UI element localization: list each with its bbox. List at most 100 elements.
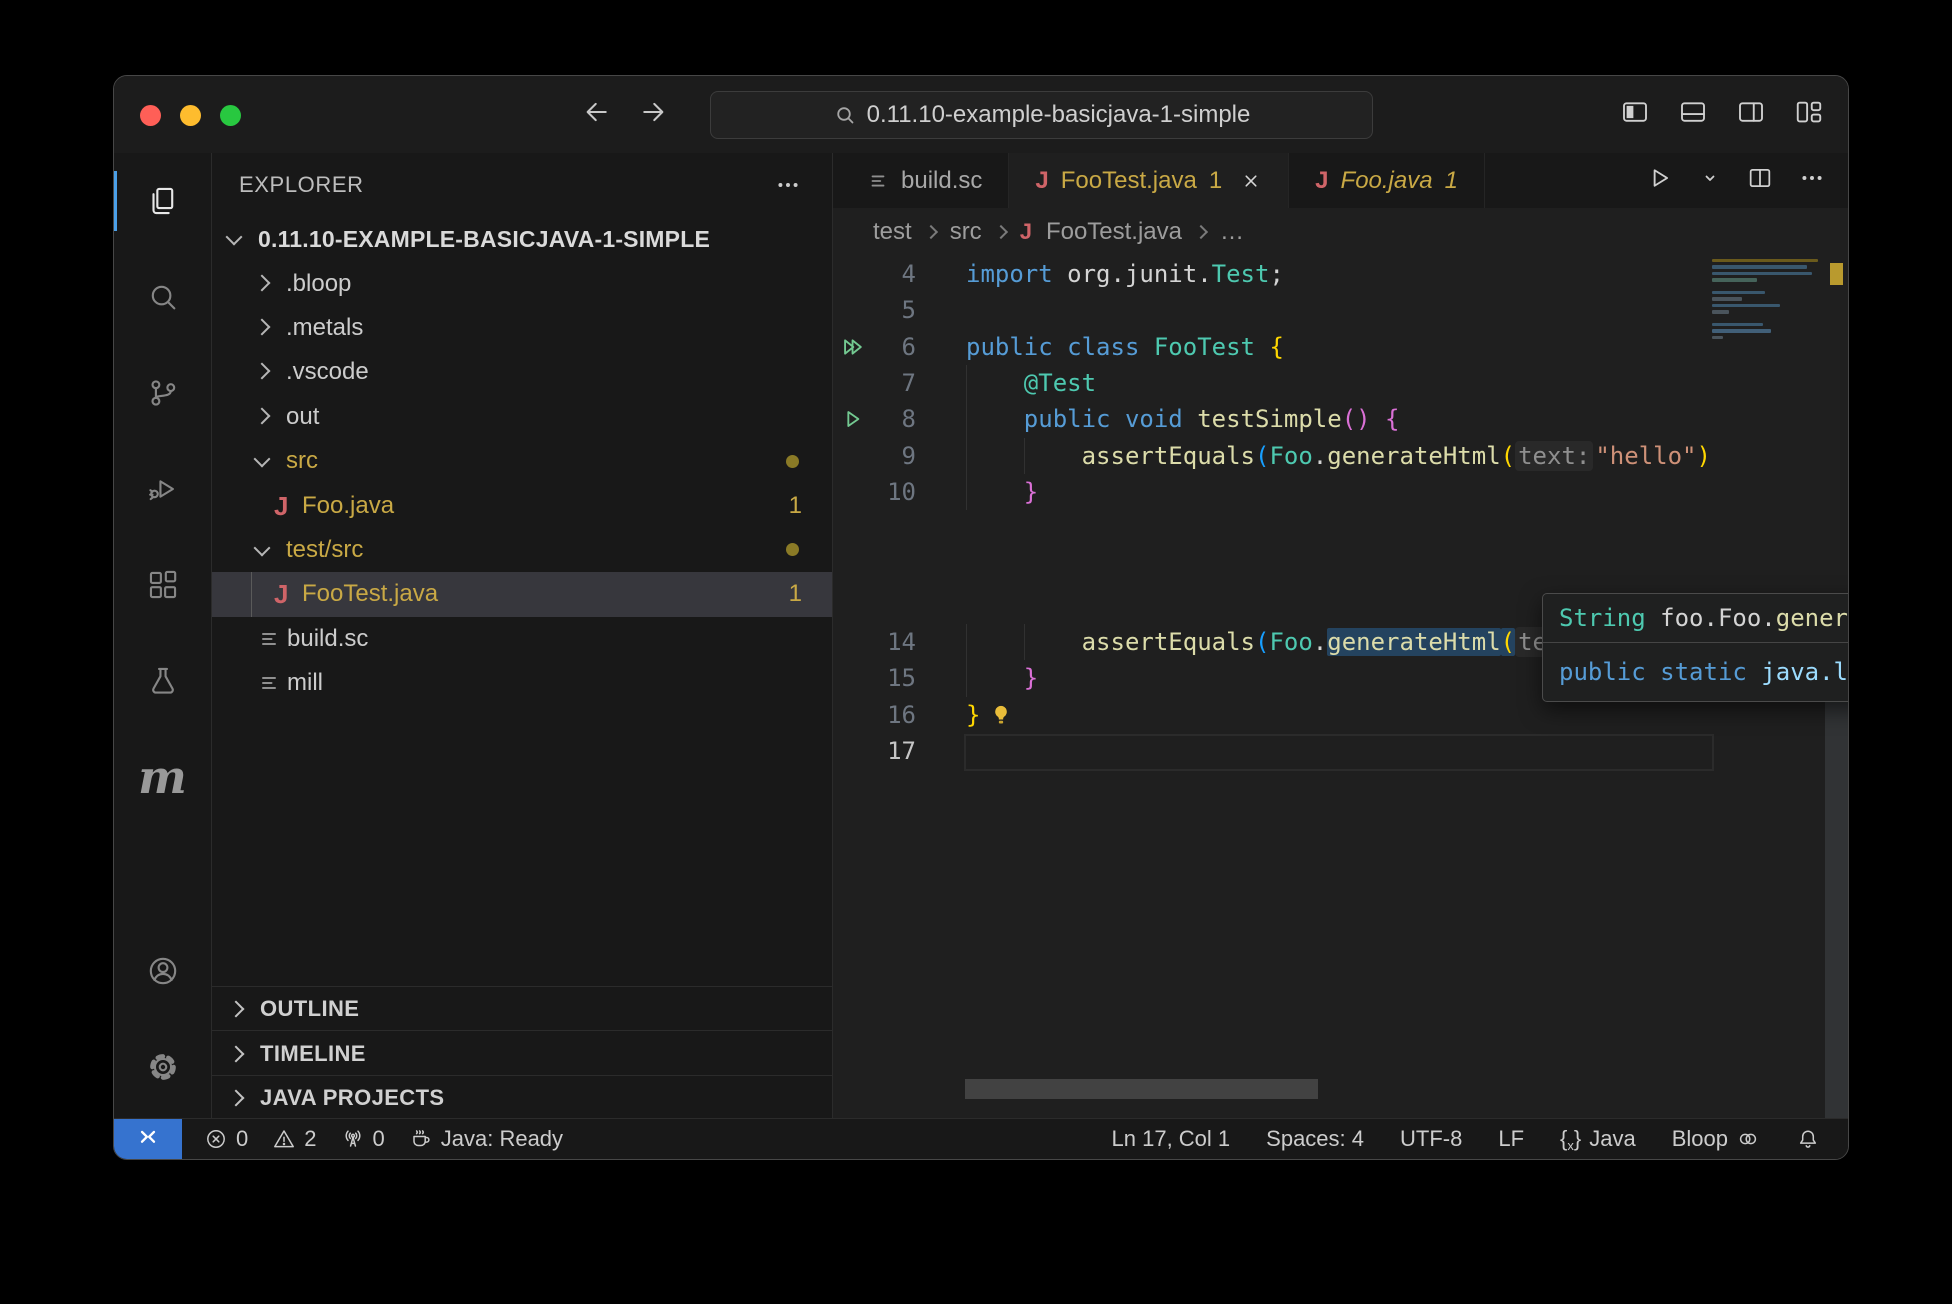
breadcrumb-item[interactable]: FooTest.java (1046, 218, 1182, 246)
tree-item--vscode[interactable]: .vscode (212, 350, 832, 394)
breadcrumb-item[interactable]: … (1220, 218, 1244, 246)
sidebar-section-timeline[interactable]: TIMELINE (212, 1030, 832, 1075)
statusbar-indentation[interactable]: Spaces: 4 (1266, 1126, 1364, 1152)
problems-count-badge: 1 (789, 580, 802, 608)
statusbar-item-label: Ln 17, Col 1 (1112, 1126, 1231, 1152)
line-number: 14 (833, 624, 916, 660)
problems-dot-badge (786, 543, 799, 556)
statusbar-bloop[interactable]: Bloop (1672, 1126, 1760, 1152)
title-bar: 0.11.10-example-basicjava-1-simple (114, 76, 1848, 154)
customize-layout-icon[interactable] (1794, 97, 1824, 132)
minimize-window-button[interactable] (180, 105, 201, 126)
statusbar-language-mode[interactable]: {x}Java (1560, 1126, 1636, 1153)
java-file-icon: J (1315, 167, 1328, 195)
activity-bar-accounts-icon[interactable] (114, 923, 211, 1019)
remote-indicator[interactable] (114, 1119, 182, 1159)
breadcrumb-item[interactable]: src (950, 218, 982, 246)
statusbar-eol[interactable]: LF (1498, 1126, 1524, 1152)
tree-item-out[interactable]: out (212, 395, 832, 439)
statusbar-error[interactable]: 0 (204, 1126, 248, 1152)
breadcrumb: test src J FooTest.java … (833, 208, 1848, 256)
statusbar-encoding[interactable]: UTF-8 (1400, 1126, 1462, 1152)
tree-item-src[interactable]: src (212, 439, 832, 483)
tree-item-footest-java[interactable]: JFooTest.java1 (212, 572, 832, 616)
current-line-highlight (964, 734, 1714, 771)
statusbar-warning[interactable]: 2 (272, 1126, 316, 1152)
tree-item-label: src (286, 447, 318, 475)
activity-bar-explorer-icon[interactable] (114, 153, 211, 249)
editor-tab-build-sc[interactable]: build.sc (841, 153, 1009, 208)
activity-bar-run-and-debug-icon[interactable] (114, 441, 211, 537)
zoom-window-button[interactable] (220, 105, 241, 126)
activity-bar-metals-icon[interactable]: m (114, 729, 211, 825)
rings-icon (1736, 1127, 1760, 1151)
chevron-right-icon (254, 363, 271, 380)
tree-item--metals[interactable]: .metals (212, 306, 832, 350)
activity-bar-source-control-icon[interactable] (114, 345, 211, 441)
file-icon (257, 627, 281, 651)
breadcrumb-separator-icon (924, 225, 938, 239)
tree-item-test-src[interactable]: test/src (212, 528, 832, 572)
sidebar-section-java-projects[interactable]: JAVA PROJECTS (212, 1075, 832, 1121)
statusbar-item-label: LF (1498, 1126, 1524, 1152)
chevron-right-icon (254, 318, 271, 335)
tree-item-mill[interactable]: mill (212, 661, 832, 705)
java-file-icon: J (1035, 167, 1048, 195)
tree-item--bloop[interactable]: .bloop (212, 261, 832, 305)
horizontal-scrollbar[interactable] (965, 1079, 1318, 1099)
tree-item-label: out (286, 403, 319, 431)
editor-more-actions-icon[interactable] (1798, 164, 1826, 197)
section-label: OUTLINE (260, 996, 359, 1022)
toggle-panel-icon[interactable] (1678, 97, 1708, 132)
tree-item-label: Foo.java (302, 492, 394, 520)
breadcrumb-separator-icon (1194, 225, 1208, 239)
statusbar-coffee[interactable]: Java: Ready (409, 1126, 563, 1152)
more-actions-icon[interactable] (774, 171, 802, 199)
sidebar-title: EXPLORER (239, 172, 364, 198)
statusbar-item-label: 0 (373, 1126, 385, 1152)
tree-item-label: build.sc (287, 625, 368, 653)
editor-tab-foo-java[interactable]: JFoo.java1 (1289, 153, 1485, 208)
command-center-title: 0.11.10-example-basicjava-1-simple (867, 101, 1251, 129)
run-java-icon[interactable] (1644, 163, 1674, 198)
tab-problems-badge: 1 (1209, 167, 1222, 195)
split-editor-icon[interactable] (1746, 164, 1774, 197)
minimap[interactable] (1709, 259, 1825, 389)
breadcrumb-item[interactable]: test (873, 218, 912, 246)
breadcrumb-separator-icon (994, 225, 1008, 239)
editor-tab-footest-java[interactable]: J FooTest.java 1 (1009, 153, 1289, 208)
code-text: } (966, 660, 1038, 696)
activity-bar-settings-icon[interactable] (114, 1019, 211, 1115)
activity-bar-testing-icon[interactable] (114, 633, 211, 729)
toggle-primary-sidebar-icon[interactable] (1620, 97, 1650, 132)
command-center-search[interactable]: 0.11.10-example-basicjava-1-simple (710, 91, 1373, 139)
close-tab-icon[interactable] (1240, 170, 1262, 192)
tree-item-build-sc[interactable]: build.sc (212, 617, 832, 661)
statusbar-item-label: UTF-8 (1400, 1126, 1462, 1152)
chevron-down-icon (226, 229, 243, 246)
statusbar-radio-tower[interactable]: 0 (341, 1126, 385, 1152)
tab-label: FooTest.java (1061, 167, 1197, 195)
java-file-icon: J (1020, 219, 1032, 245)
chevron-down-icon (254, 451, 271, 468)
line-number: 15 (833, 660, 916, 696)
line-number: 10 (833, 474, 916, 510)
file-icon (257, 671, 281, 695)
radio-tower-icon (341, 1127, 365, 1151)
statusbar-item-label: Java (1589, 1126, 1635, 1152)
hover-tooltip: String foo.Foo.generateHtml(String text)… (1542, 593, 1849, 702)
close-window-button[interactable] (140, 105, 161, 126)
chevron-right-icon (254, 407, 271, 424)
statusbar-cursor-position[interactable]: Ln 17, Col 1 (1112, 1126, 1231, 1152)
activity-bar-search-icon[interactable] (114, 249, 211, 345)
toggle-secondary-sidebar-icon[interactable] (1736, 97, 1766, 132)
tree-item-foo-java[interactable]: JFoo.java1 (212, 483, 832, 527)
lightbulb-quickfix-icon[interactable] (988, 702, 1014, 728)
sidebar-section-outline[interactable]: OUTLINE (212, 986, 832, 1031)
statusbar-notifications[interactable] (1796, 1127, 1820, 1151)
forward-icon[interactable] (638, 97, 668, 132)
run-dropdown-chevron-icon[interactable] (1698, 166, 1722, 195)
back-icon[interactable] (582, 97, 612, 132)
tree-item-0-11-10-example-basicjava-1-simple[interactable]: 0.11.10-EXAMPLE-BASICJAVA-1-SIMPLE (212, 217, 832, 261)
activity-bar-extensions-icon[interactable] (114, 537, 211, 633)
